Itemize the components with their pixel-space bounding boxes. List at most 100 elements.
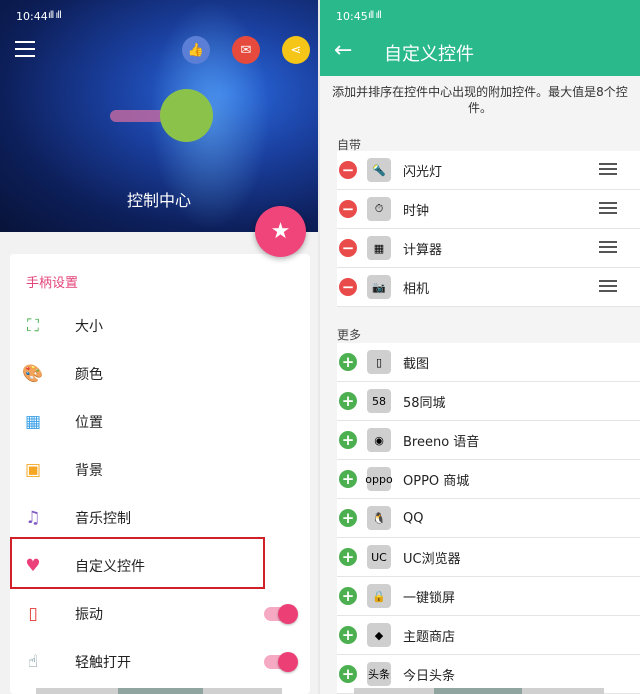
settings-item-1[interactable]: 🎨 颜色 [10, 350, 310, 398]
add-icon[interactable]: + [339, 626, 357, 644]
toggle-knob [278, 604, 298, 624]
section-title: 手柄设置 [26, 276, 79, 291]
app-bar: 10:45 ıll ıll ◠ 🔕 89 ← 自定义控件 [320, 0, 640, 76]
control-name: Breeno 语音 [403, 434, 480, 450]
control-name: UC浏览器 [403, 551, 461, 567]
control-name: 58同城 [403, 395, 446, 411]
control-center-screen: 10:44 ıll ıll ◠ 🔕 89 👍 ✉ ⋖ 控制中心 ★ 手柄设置 ⛶… [0, 0, 318, 694]
control-name: QQ [403, 510, 424, 526]
control-name: 今日头条 [403, 668, 456, 684]
control-item: + oppo OPPO 商城 [337, 460, 640, 499]
control-name: 相机 [403, 281, 430, 297]
control-item: + ◉ Breeno 语音 [337, 421, 640, 460]
share-icon[interactable]: ⋖ [282, 36, 310, 64]
remove-icon[interactable]: − [339, 200, 357, 218]
menu-icon[interactable] [15, 41, 35, 57]
image-icon: ▣ [24, 460, 42, 480]
lock-screen-icon: 🔒 [367, 584, 391, 608]
control-name: 截图 [403, 356, 430, 372]
drag-handle-icon[interactable] [599, 201, 617, 217]
camera-icon: 📷 [367, 275, 391, 299]
control-name: 主题商店 [403, 629, 456, 645]
control-item: + UC UC浏览器 [337, 538, 640, 577]
add-icon[interactable]: + [339, 587, 357, 605]
more-section-title: 更多 [337, 328, 362, 342]
settings-item-label: 轻触打开 [75, 655, 131, 671]
remove-icon[interactable]: − [339, 239, 357, 257]
settings-item-0[interactable]: ⛶ 大小 [10, 302, 310, 350]
control-name: 一键锁屏 [403, 590, 456, 606]
add-icon[interactable]: + [339, 353, 357, 371]
control-item: + ◆ 主题商店 [337, 616, 640, 655]
settings-item-6[interactable]: ▯ 振动 [10, 590, 310, 638]
home-indicator[interactable] [434, 688, 522, 694]
settings-item-4[interactable]: ♫ 音乐控制 [10, 494, 310, 542]
uc-browser-icon: UC [367, 545, 391, 569]
settings-item-7[interactable]: ☝ 轻触打开 [10, 638, 310, 686]
app-58-icon: 58 [367, 389, 391, 413]
remove-icon[interactable]: − [339, 161, 357, 179]
palette-icon: 🎨 [22, 364, 44, 384]
back-arrow-icon[interactable]: ← [334, 38, 352, 63]
add-icon[interactable]: + [339, 509, 357, 527]
settings-item-label: 音乐控制 [75, 511, 131, 527]
settings-item-label: 位置 [75, 415, 103, 431]
add-icon[interactable]: + [339, 392, 357, 410]
thumbs-up-icon[interactable]: 👍 [182, 36, 210, 64]
control-item: + 🔒 一键锁屏 [337, 577, 640, 616]
breeno-icon: ◉ [367, 428, 391, 452]
settings-item-label: 背景 [75, 463, 103, 479]
hero-banner: 10:44 ıll ıll ◠ 🔕 89 👍 ✉ ⋖ 控制中心 [0, 0, 318, 232]
page-title: 自定义控件 [384, 44, 474, 65]
layout-icon: ▦ [24, 412, 42, 432]
drag-handle-icon[interactable] [599, 279, 617, 295]
theme-store-icon: ◆ [367, 623, 391, 647]
status-time: 10:44 [16, 10, 48, 23]
screenshot-icon: ▯ [367, 350, 391, 374]
settings-item-label: 大小 [75, 319, 103, 335]
add-icon[interactable]: + [339, 431, 357, 449]
drag-handle-icon[interactable] [599, 240, 617, 256]
resize-icon: ⛶ [27, 316, 39, 336]
toggle-switch[interactable] [264, 652, 298, 672]
control-item: + ▯ 截图 [337, 343, 640, 382]
drag-handle-icon[interactable] [599, 162, 617, 178]
description-text: 添加并排序在控件中心出现的附加控件。最大值是8个控件。 [332, 85, 628, 115]
add-icon[interactable]: + [339, 665, 357, 683]
control-item: − ⏱ 时钟 [337, 190, 640, 229]
toggle-knob [278, 652, 298, 672]
calculator-icon: ▦ [367, 236, 391, 260]
control-name: 时钟 [403, 203, 430, 219]
star-fab-button[interactable]: ★ [255, 206, 306, 257]
home-indicator[interactable] [118, 688, 203, 694]
handle-preview-ball [160, 89, 213, 142]
add-icon[interactable]: + [339, 470, 357, 488]
status-bar: 10:45 ıll ıll ◠ 🔕 89 [320, 0, 640, 32]
control-item: + 🐧 QQ [337, 499, 640, 538]
settings-item-label: 颜色 [75, 367, 103, 383]
settings-item-2[interactable]: ▦ 位置 [10, 398, 310, 446]
add-icon[interactable]: + [339, 548, 357, 566]
toggle-switch[interactable] [264, 604, 298, 624]
clock-icon: ⏱ [367, 197, 391, 221]
control-item: − ▦ 计算器 [337, 229, 640, 268]
music-icon: ♫ [25, 508, 41, 528]
signal-icon: ıll ıll [48, 10, 62, 21]
nav-bar [36, 688, 282, 694]
custom-controls-screen: 10:45 ıll ıll ◠ 🔕 89 ← 自定义控件 添加并排序在控件中心出… [320, 0, 640, 694]
control-item: +58 58同城 [337, 382, 640, 421]
control-name: 闪光灯 [403, 164, 443, 180]
highlight-box [10, 537, 265, 589]
settings-item-label: 振动 [75, 607, 103, 623]
status-time: 10:45 [336, 10, 368, 23]
touch-icon: ☝ [27, 652, 39, 672]
flashlight-icon: 🔦 [367, 158, 391, 182]
settings-card: 手柄设置 ⛶ 大小 🎨 颜色 ▦ 位置 ▣ 背景 ♫ 音乐控制 ♥ 自定义控件 ▯ 振动 ☝ 轻触打开 [10, 254, 310, 694]
remove-icon[interactable]: − [339, 278, 357, 296]
control-name: 计算器 [403, 242, 443, 258]
qq-icon: 🐧 [367, 506, 391, 530]
mail-icon[interactable]: ✉ [232, 36, 260, 64]
oppo-store-icon: oppo [365, 467, 393, 491]
settings-item-3[interactable]: ▣ 背景 [10, 446, 310, 494]
nav-bar [354, 688, 604, 694]
